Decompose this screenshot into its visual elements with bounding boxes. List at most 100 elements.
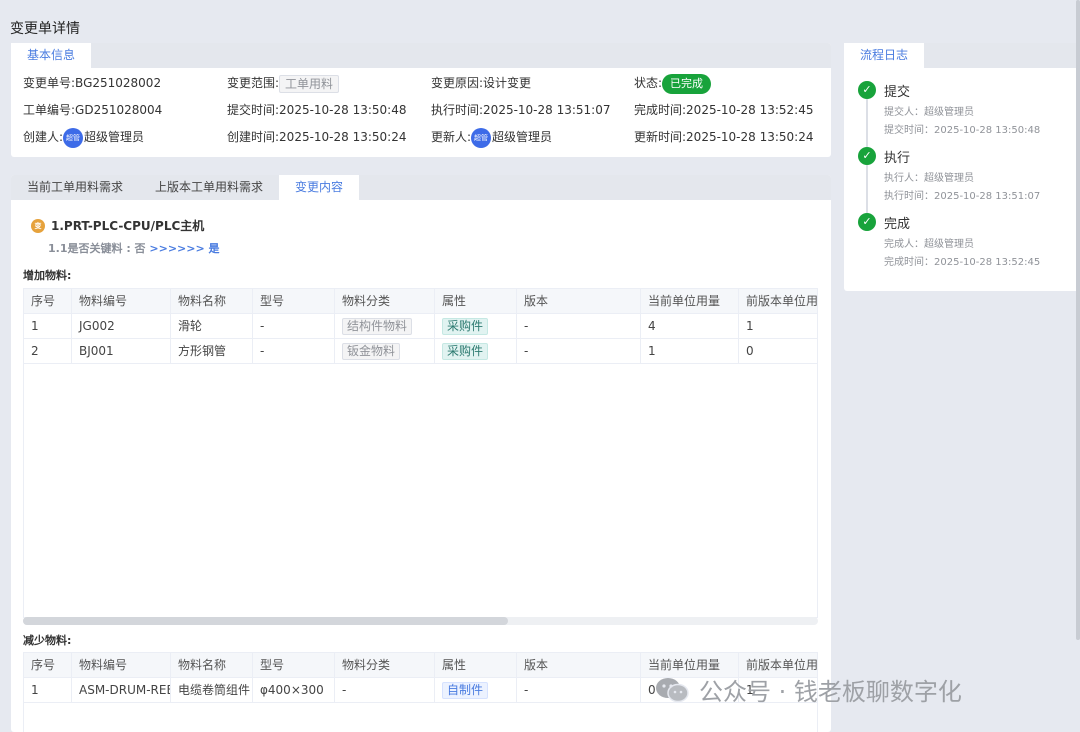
table-cell: 自制件 bbox=[435, 678, 517, 703]
field-value: 设计变更 bbox=[483, 76, 532, 90]
field-value: 2025-10-28 13:50:48 bbox=[279, 103, 407, 117]
flow-step-name: 完成 bbox=[884, 217, 911, 232]
table-row: 2 BJ001 方形钢管 - 钣金物料 采购件 -1 0 bbox=[24, 339, 817, 364]
tab-basic-info[interactable]: 基本信息 bbox=[11, 43, 92, 68]
scope-tag: 工单用料 bbox=[279, 74, 340, 93]
added-table-scrollbar[interactable] bbox=[23, 617, 818, 625]
tab-flow-log[interactable]: 流程日志 bbox=[844, 43, 925, 68]
table-cell: 1 bbox=[739, 314, 817, 339]
attribute-tag: 采购件 bbox=[442, 318, 489, 335]
column-header: 序号 bbox=[24, 289, 72, 314]
field-value: 2025-10-28 13:52:45 bbox=[686, 103, 814, 117]
column-header: 物料名称 bbox=[171, 289, 253, 314]
attribute-tag: 自制件 bbox=[442, 682, 489, 699]
table-cell: 0 bbox=[739, 339, 817, 364]
column-header: 型号 bbox=[253, 653, 335, 678]
flow-step-name: 提交 bbox=[884, 85, 911, 100]
info-field: 创建人: 超管 超级管理员 bbox=[23, 125, 144, 149]
basic-info-panel: 基本信息 变更单号:BG251028002 变更范围: 工单用料 变更原因:设计变更 状… bbox=[11, 43, 831, 157]
field-label: 提交时间: bbox=[227, 103, 280, 117]
field-label: 变更单号: bbox=[23, 76, 76, 90]
table-cell: 采购件 bbox=[435, 339, 517, 364]
table-cell: 方形钢管 bbox=[171, 339, 253, 364]
flow-step-name: 执行 bbox=[884, 151, 911, 166]
bom-item-label: 1.PRT-PLC-CPU/PLC主机 bbox=[51, 219, 205, 233]
check-circle-icon: ✓ bbox=[858, 147, 876, 165]
flow-log-panel: 流程日志 ✓ 提交 提交人：超级管理员 提交时间：2025-10-28 13:50:4… bbox=[844, 43, 1080, 291]
added-materials-table: 序号 物料编号 物料名称 型号 物料分类 属性 版本 当前单位用量 前版本单位用 1 JG002 滑轮… bbox=[23, 288, 818, 618]
check-circle-icon: ✓ bbox=[858, 81, 876, 99]
table-cell: 1 bbox=[24, 314, 72, 339]
table-cell: 电缆卷筒组件 bbox=[171, 678, 253, 703]
scrollbar-thumb[interactable] bbox=[23, 617, 508, 625]
field-label: 状态: bbox=[634, 76, 663, 90]
added-materials-label: 增加物料: bbox=[23, 269, 72, 282]
info-row: 变更单号:BG251028002 变更范围: 工单用料 变更原因:设计变更 状态: 已完成 bbox=[11, 71, 831, 95]
wechat-icon bbox=[656, 677, 689, 702]
info-field: 创建时间:2025-10-28 13:50:24 bbox=[227, 125, 407, 149]
tab-change-2[interactable]: 变更内容 bbox=[279, 175, 360, 200]
field-label: 变更范围: bbox=[227, 76, 280, 90]
info-field: 工单编号:GD251028004 bbox=[23, 98, 162, 122]
column-header: 物料分类 bbox=[335, 653, 435, 678]
table-cell: 滑轮 bbox=[171, 314, 253, 339]
info-field: 变更原因:设计变更 bbox=[431, 71, 531, 95]
info-field: 变更范围: 工单用料 bbox=[227, 71, 340, 95]
page-scrollbar[interactable] bbox=[1076, 0, 1080, 640]
field-label: 创建人: bbox=[23, 130, 64, 144]
flow-log-tabbar: 流程日志 bbox=[844, 43, 1080, 68]
column-header: 前版本单位用 bbox=[739, 289, 817, 314]
info-row: 创建人: 超管 超级管理员 创建时间:2025-10-28 13:50:24 更新人: 超… bbox=[11, 125, 831, 149]
field-value: BG251028002 bbox=[75, 76, 162, 90]
table-cell: - bbox=[517, 339, 641, 364]
field-label: 完成时间: bbox=[634, 103, 687, 117]
info-field: 更新时间:2025-10-28 13:50:24 bbox=[634, 125, 814, 149]
tab-change-1[interactable]: 上版本工单用料需求 bbox=[139, 175, 279, 200]
field-value: GD251028004 bbox=[75, 103, 163, 117]
page-title: 变更单详情 bbox=[10, 21, 80, 37]
table-cell: BJ001 bbox=[72, 339, 171, 364]
change-content-panel: 当前工单用料需求 上版本工单用料需求 变更内容 变 1.PRT-PLC-CPU/PL… bbox=[11, 175, 831, 732]
key-material-label: 1.1是否关键料 : 否 bbox=[48, 242, 146, 255]
column-header: 型号 bbox=[253, 289, 335, 314]
watermark: 公众号 · 钱老板聊数字化 bbox=[655, 672, 962, 707]
flow-step-operator: 完成人：超级管理员 bbox=[884, 239, 974, 250]
info-field: 执行时间:2025-10-28 13:51:07 bbox=[431, 98, 611, 122]
table-cell: 结构件物料 bbox=[335, 314, 435, 339]
table-cell: 4 bbox=[641, 314, 739, 339]
info-field: 完成时间:2025-10-28 13:52:45 bbox=[634, 98, 814, 122]
table-cell: - bbox=[253, 339, 335, 364]
flow-step-operator: 提交人：超级管理员 bbox=[884, 107, 974, 118]
table-row: 1 JG002 滑轮 - 结构件物料 采购件 -4 1 bbox=[24, 314, 817, 339]
column-header: 物料编号 bbox=[72, 289, 171, 314]
field-label: 创建时间: bbox=[227, 130, 280, 144]
flow-step-operator: 执行人：超级管理员 bbox=[884, 173, 974, 184]
category-tag: 结构件物料 bbox=[342, 318, 413, 335]
tab-change-0[interactable]: 当前工单用料需求 bbox=[11, 175, 139, 200]
table-cell: JG002 bbox=[72, 314, 171, 339]
table-header: 序号 物料编号 物料名称 型号 物料分类 属性 版本 当前单位用量 前版本单位用 bbox=[24, 289, 817, 314]
field-label: 执行时间: bbox=[431, 103, 484, 117]
table-cell: φ400×300 bbox=[253, 678, 335, 703]
info-field: 提交时间:2025-10-28 13:50:48 bbox=[227, 98, 407, 122]
column-header: 版本 bbox=[517, 289, 641, 314]
table-cell: - bbox=[253, 314, 335, 339]
info-field: 变更单号:BG251028002 bbox=[23, 71, 161, 95]
watermark-text: 公众号 · 钱老板聊数字化 bbox=[699, 678, 962, 706]
key-material-new: >>>>>> 是 bbox=[149, 242, 220, 255]
flow-step-time: 完成时间：2025-10-28 13:52:45 bbox=[884, 257, 1041, 268]
field-value: 2025-10-28 13:50:24 bbox=[686, 130, 814, 144]
field-label: 工单编号: bbox=[23, 103, 76, 117]
field-label: 更新人: bbox=[431, 130, 472, 144]
user-name: 超级管理员 bbox=[492, 130, 553, 144]
table-cell: - bbox=[335, 678, 435, 703]
column-header: 序号 bbox=[24, 653, 72, 678]
table-cell: - bbox=[517, 678, 641, 703]
info-field: 状态: 已完成 bbox=[634, 71, 712, 95]
avatar: 超管 bbox=[63, 127, 84, 148]
table-cell: ASM-DRUM-REE bbox=[72, 678, 171, 703]
table-cell: 1 bbox=[641, 339, 739, 364]
attribute-tag: 采购件 bbox=[442, 343, 489, 360]
info-row: 工单编号:GD251028004 提交时间:2025-10-28 13:50:48… bbox=[11, 98, 831, 122]
table-cell: 1 bbox=[24, 678, 72, 703]
